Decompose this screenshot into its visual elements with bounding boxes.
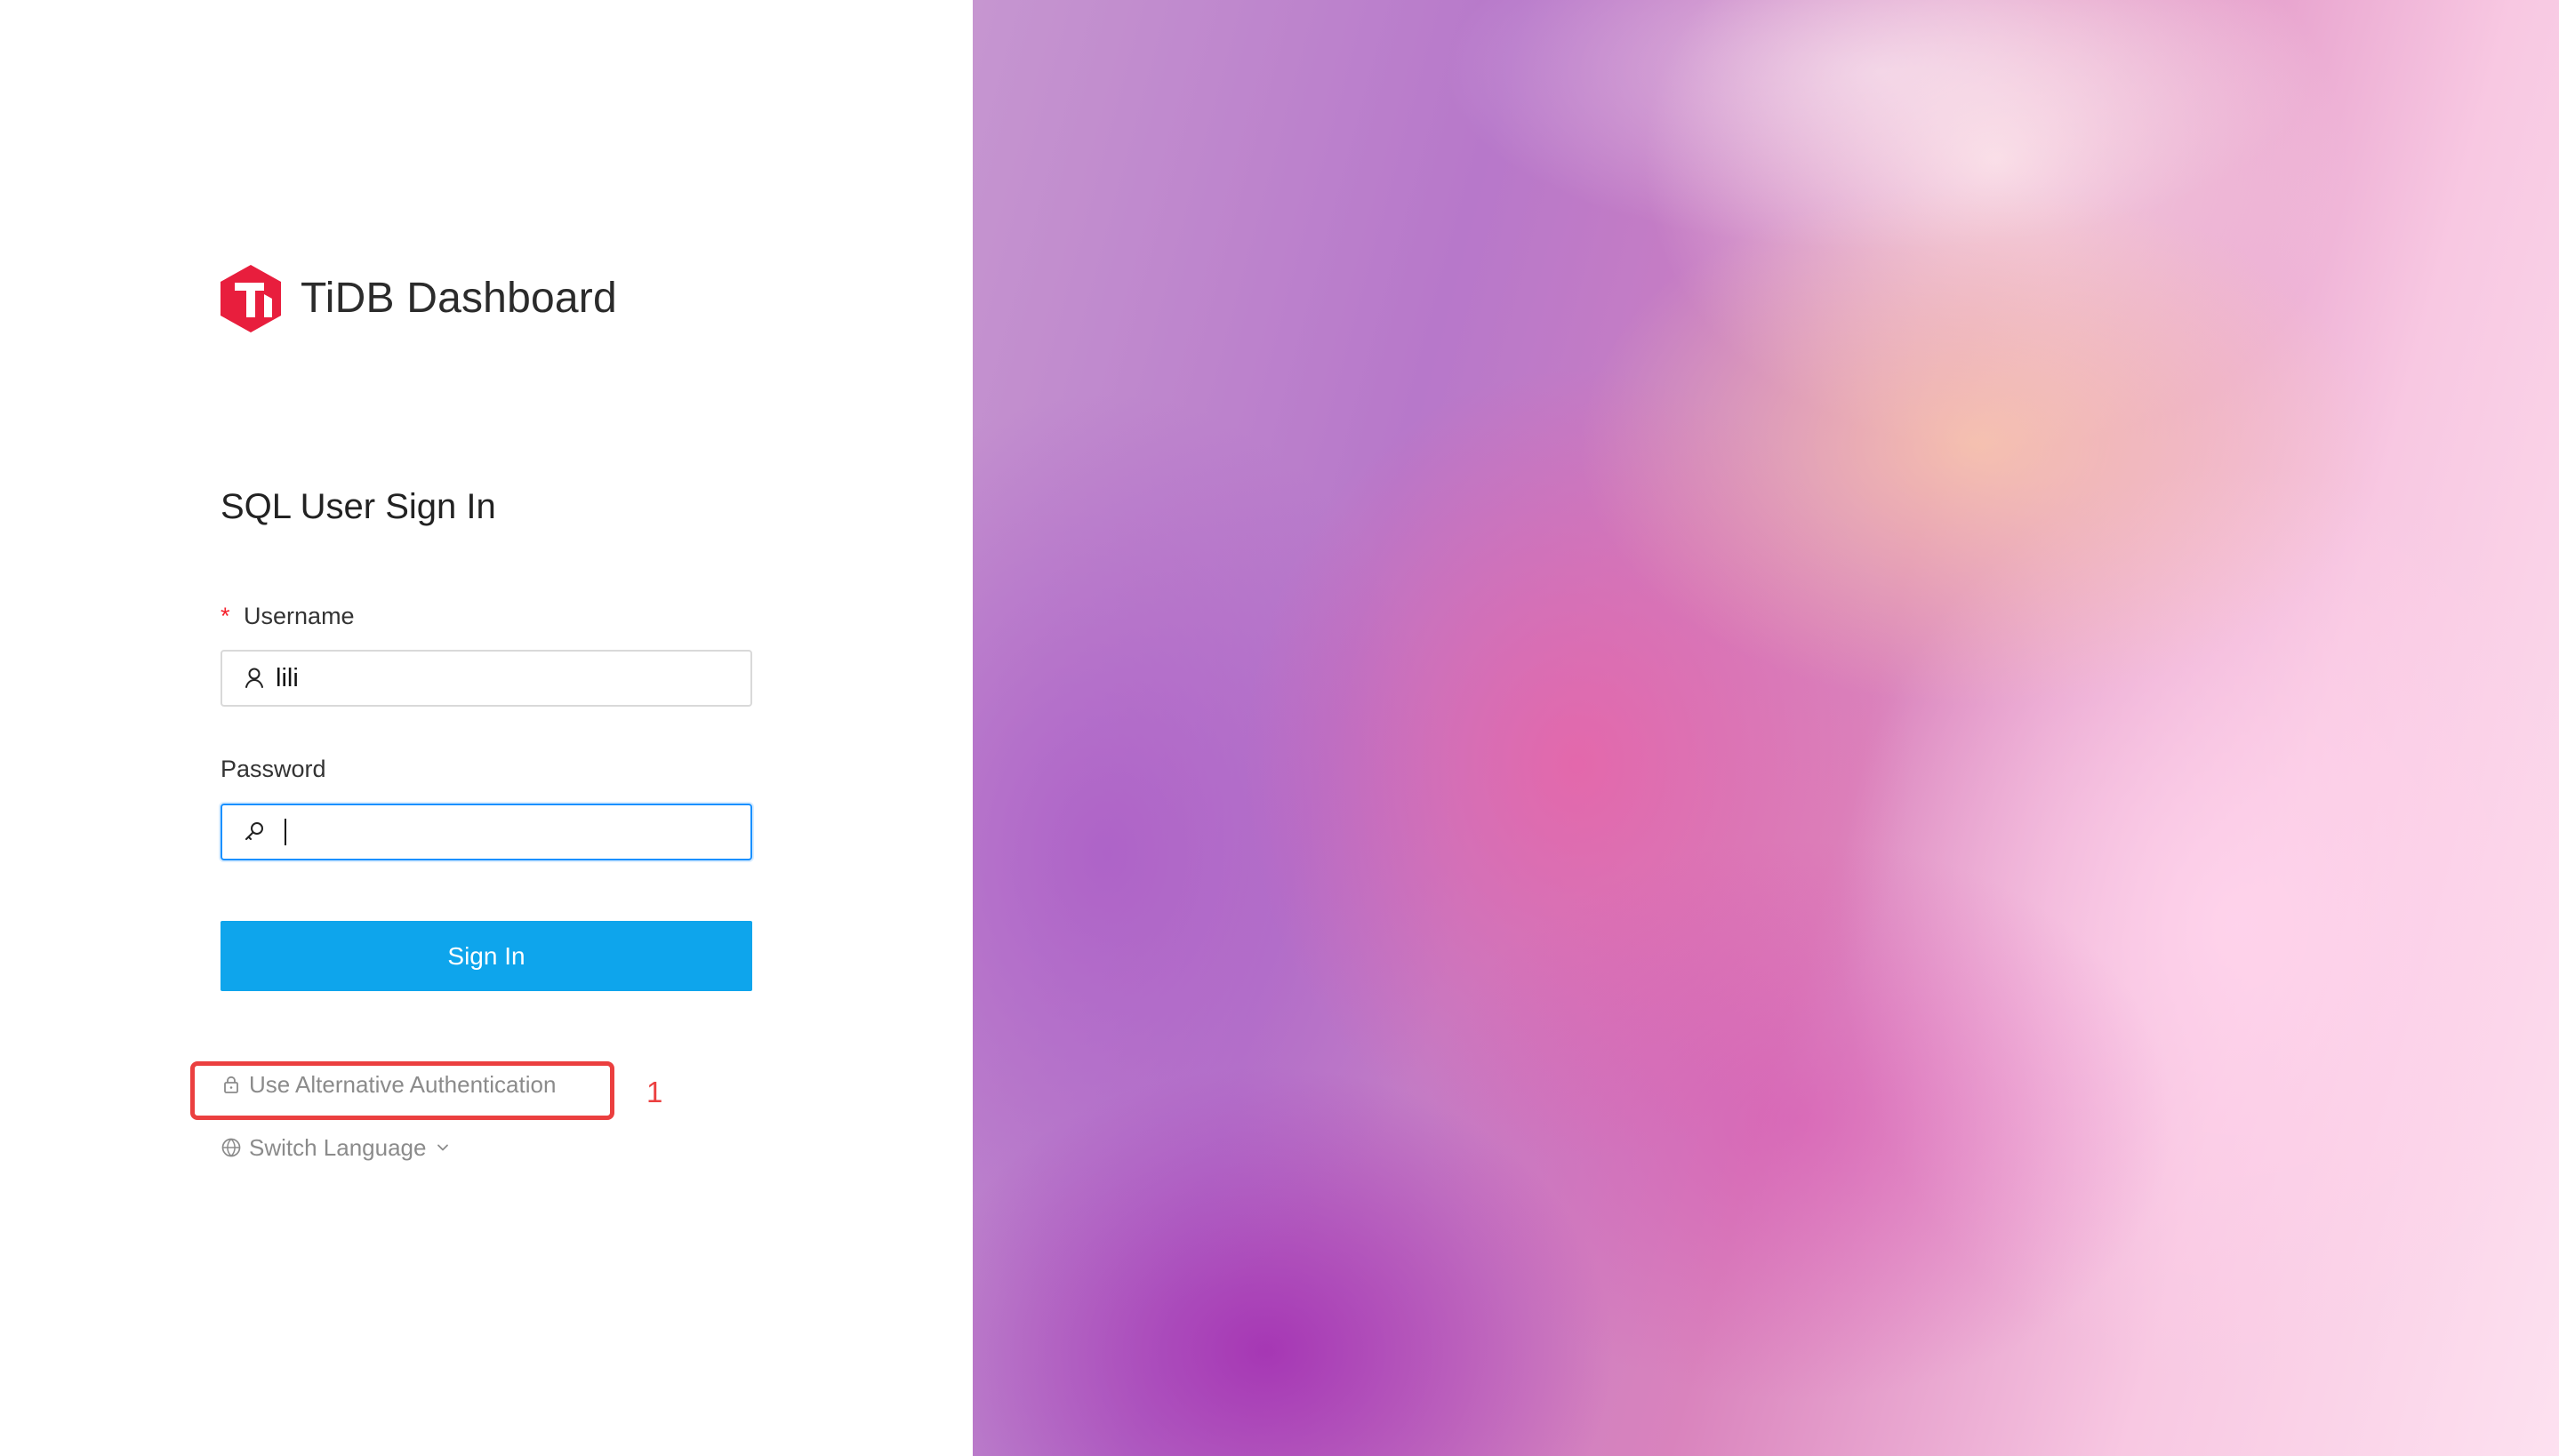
sign-in-button[interactable]: Sign In	[221, 921, 752, 991]
background-gradient-panel	[973, 0, 2559, 1456]
chevron-down-icon	[435, 1140, 451, 1156]
tidb-logo-icon	[221, 265, 281, 332]
password-field[interactable]	[221, 804, 752, 860]
alternative-authentication-link[interactable]: Use Alternative Authentication	[221, 1073, 556, 1096]
login-panel: TiDB Dashboard SQL User Sign In * Userna…	[0, 0, 973, 1456]
username-field[interactable]: lili	[221, 650, 752, 707]
key-icon	[242, 820, 267, 844]
app-title: TiDB Dashboard	[301, 275, 617, 322]
alternative-authentication-label: Use Alternative Authentication	[249, 1071, 557, 1098]
username-label-text: Username	[244, 603, 355, 629]
text-cursor	[285, 819, 286, 845]
sign-in-title: SQL User Sign In	[221, 487, 496, 526]
brand-header: TiDB Dashboard	[221, 265, 617, 332]
username-value[interactable]: lili	[276, 665, 299, 692]
globe-icon	[221, 1137, 242, 1158]
password-label: Password	[221, 756, 326, 782]
required-mark: *	[221, 603, 230, 629]
login-page: TiDB Dashboard SQL User Sign In * Userna…	[0, 0, 2559, 1456]
user-icon	[242, 666, 267, 691]
username-label: * Username	[221, 604, 355, 628]
switch-language-label: Switch Language	[249, 1134, 427, 1161]
switch-language-dropdown[interactable]: Switch Language	[221, 1136, 451, 1159]
lock-icon	[221, 1074, 242, 1095]
annotation-number: 1	[646, 1076, 663, 1108]
